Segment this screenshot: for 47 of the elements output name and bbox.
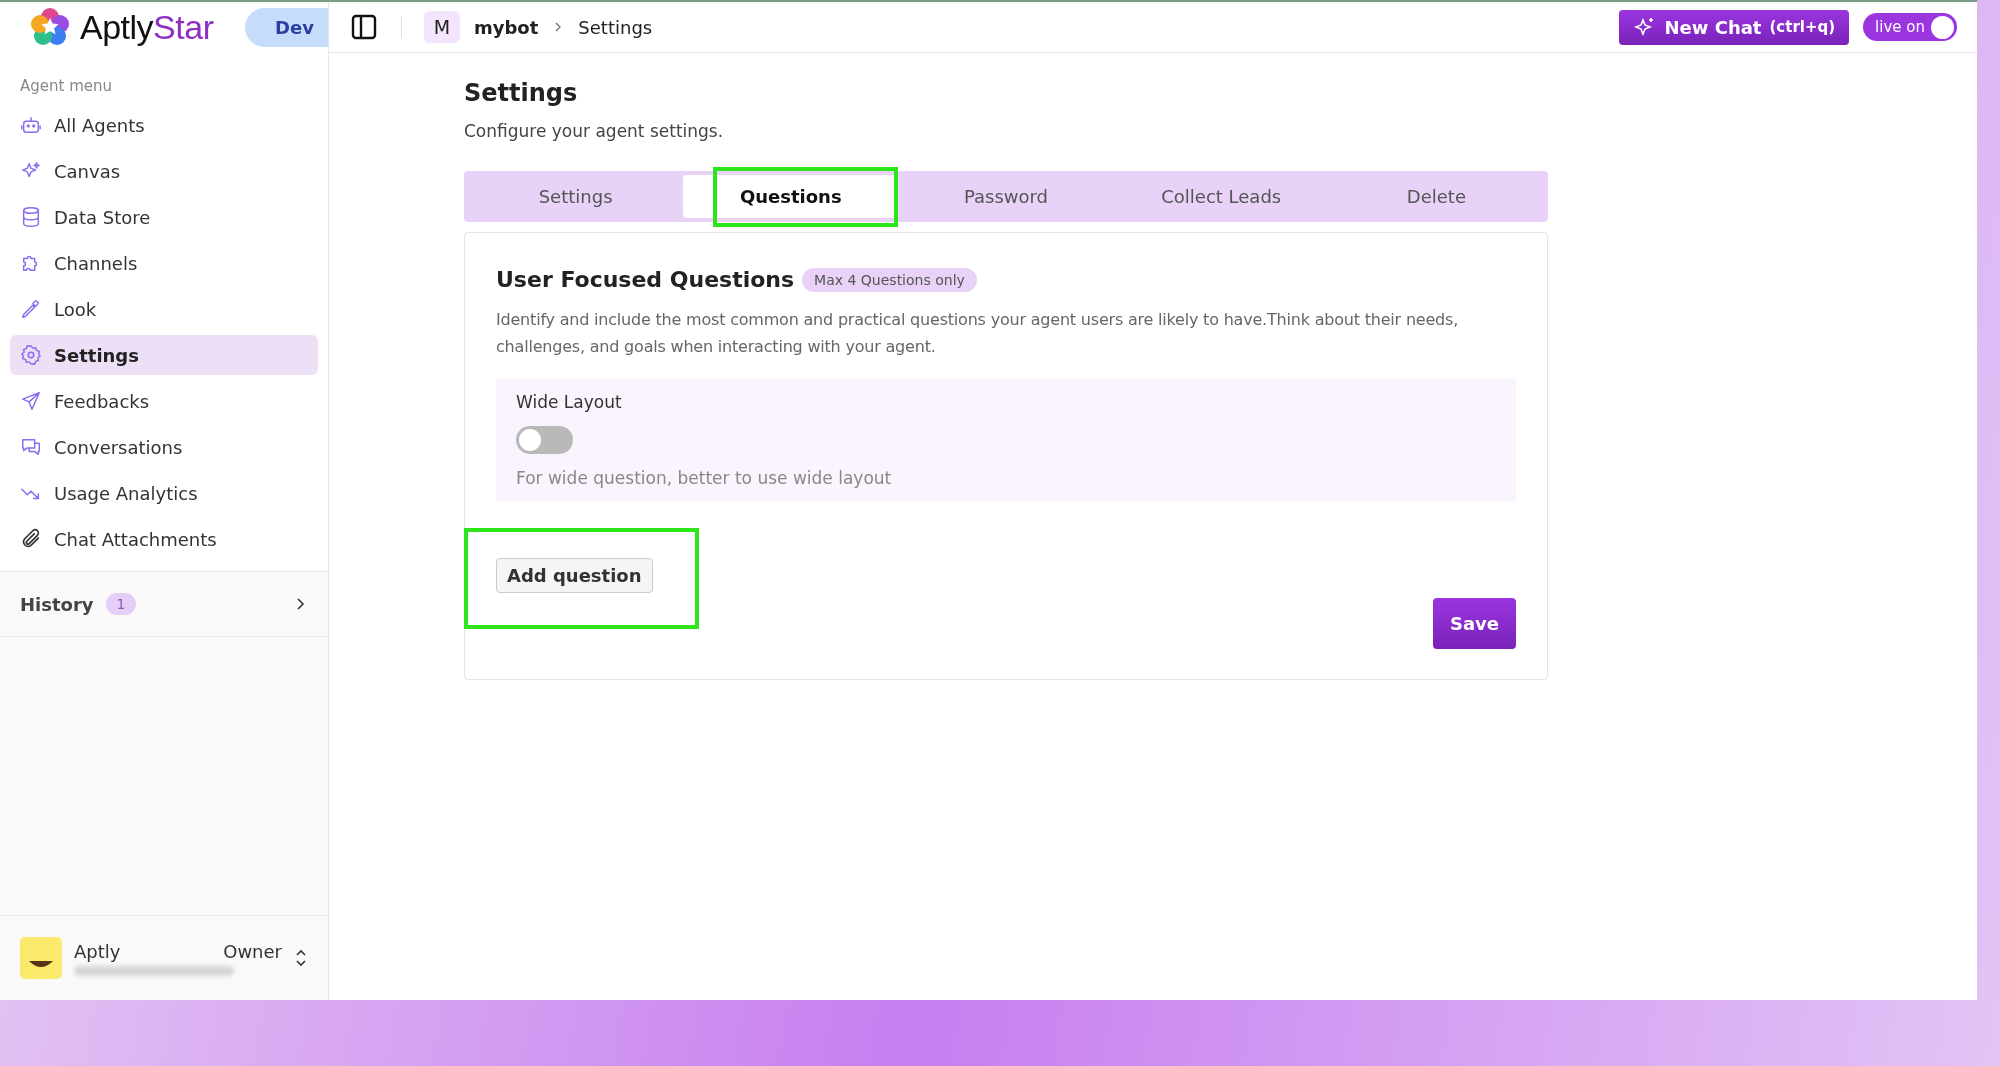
agent-initial: M [424,11,460,43]
chat-icon [20,436,42,458]
sidebar-item[interactable]: Data Store [10,197,318,237]
add-question-button[interactable]: Add question [496,558,653,593]
send-icon [20,390,42,412]
tab[interactable]: Password [898,175,1114,218]
user-name: Aptly [74,940,121,962]
avatar-icon [20,937,62,979]
new-chat-button[interactable]: New Chat (ctrl+q) [1618,9,1850,45]
tab[interactable]: Settings [468,175,684,218]
option-hint: For wide question, better to use wide layout [516,468,893,488]
page-title: Settings [464,79,579,107]
logo-icon [30,7,70,47]
sidebar-item[interactable]: Channels [10,243,318,283]
clip-icon [20,528,42,550]
section-label: Agent menu [19,76,114,97]
up-down-chevron-icon[interactable] [294,948,308,968]
user-role: Owner [223,940,282,962]
sidebar-item[interactable]: All Agents [10,105,318,145]
sidebar-item[interactable]: Canvas [10,151,318,191]
live-toggle[interactable]: live on [1863,13,1957,41]
sidebar-item[interactable]: Settings [10,335,318,375]
robot-icon [20,114,42,136]
history-label[interactable]: History [20,593,94,615]
breadcrumb-link[interactable]: mybot [474,16,539,38]
sidebar-item[interactable]: Conversations [10,427,318,467]
sidebar-item[interactable]: Usage Analytics [10,473,318,513]
card-title: User Focused Questions [496,267,795,292]
option-label: Wide Layout [516,392,623,412]
card-description: Identify and include the most common and practical questions your agent users are likely to have.Think about their needs, challenges, and goals when interacting with your agent. [496,309,1460,358]
page-subtitle: Configure your agent settings. [464,121,725,141]
limit-badge: Max 4 Questions only [802,267,977,292]
dropper-icon [20,298,42,320]
environment-badge: Dev [245,7,328,47]
toggle-switch[interactable] [516,426,573,454]
sidebar-item[interactable]: Chat Attachments [10,519,318,559]
breadcrumb-current: Settings [578,16,653,38]
logo-text: AptlyStar [80,7,214,47]
tab[interactable]: Delete [1328,175,1544,218]
gear-icon [20,344,42,366]
save-button[interactable]: Save [1433,598,1516,649]
sidebar-item[interactable]: Feedbacks [10,381,318,421]
count-badge: 1 [105,593,137,615]
tab[interactable]: Collect Leads [1113,175,1329,218]
database-icon [20,206,42,228]
sidebar-toggle-icon[interactable] [349,12,379,42]
sidebar-item[interactable]: Look [10,289,318,329]
